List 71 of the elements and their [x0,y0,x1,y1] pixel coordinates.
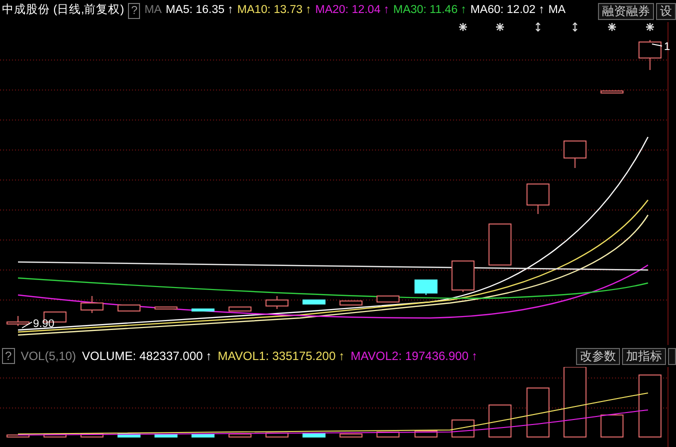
double-arrow-icon [536,22,540,32]
indicator-value: MAVOL1: 335175.200 [218,348,336,365]
candlestick [154,306,178,310]
volume-bar [376,432,400,438]
candlestick [488,224,512,266]
volume-bar [564,367,586,438]
toolbar-button[interactable]: 融资融券 [598,2,654,20]
up-arrow: ↑ [338,348,345,365]
candlestick [266,296,288,310]
up-arrow: ↑ [306,3,312,18]
indicator-value: MA5: 16.35 [166,3,225,18]
candlestick [414,280,438,296]
up-arrow: ↑ [228,3,234,18]
volume-bar [452,420,474,438]
candlestick [6,316,30,326]
help-button[interactable]: ? [128,3,140,19]
leader-line [22,322,32,328]
volume-bar [80,434,104,438]
candlestick [340,300,362,306]
up-arrow: ↑ [206,348,212,365]
chart-title: 中成股份 (日线,前复权) [2,2,124,18]
candlestick [118,304,140,312]
candlestick [228,306,252,312]
leader-line [652,44,662,46]
asterisk-icon [646,23,654,31]
volume-bar [526,388,550,438]
indicator-value: MA [548,3,566,18]
indicator-value: VOLUME: 482337.000 [82,348,203,365]
indicator-value: MA20: 12.04 [315,3,380,18]
indicator-value: MA60: 12.02 [470,3,536,18]
indicator-value: MAVOL2: 197436.900 [350,348,469,365]
double-arrow-icon [572,22,578,32]
toolbar-button[interactable]: 设 [656,2,676,20]
volume-bar [638,374,662,438]
volume-bar [488,404,512,438]
help-button[interactable]: ? [2,348,15,364]
volume-bar [44,434,66,438]
indicator-name: VOL(5,10) [20,348,76,365]
asterisk-icon [459,23,467,31]
toolbar-button[interactable]: 加指标 [622,348,666,364]
candlestick [564,140,586,168]
volume-bar [228,434,252,438]
asterisk-icon [608,23,616,31]
indicator-value: MA30: 11.46 [393,3,458,18]
volume-bar [340,434,362,438]
asterisk-icon [496,23,504,31]
candlestick [192,308,214,312]
up-arrow: ↑ [538,3,544,18]
volume-bar [192,434,214,438]
toolbar-button[interactable]: 改参数 [576,348,620,364]
candlestick [80,296,104,314]
volume-bar [266,432,288,438]
toolbar-button[interactable] [668,348,676,364]
up-arrow: ↑ [472,348,478,365]
candlestick [302,300,326,304]
candlestick [600,90,624,94]
indicator-name: MA [144,3,162,18]
candlestick [526,184,550,214]
candlestick [376,296,400,302]
up-arrow: ↑ [383,3,390,18]
volume-bar [600,414,624,438]
candlestick [452,260,474,292]
volume-bar [154,434,178,438]
price-label: 1 [664,41,670,53]
indicator-value: MA10: 13.73 [237,3,303,18]
up-arrow: ↑ [460,3,466,18]
candlestick [638,40,662,70]
price-label: 9.90 [33,318,54,330]
volume-bar [6,434,30,438]
volume-bar [118,434,140,438]
volume-bar [302,432,326,438]
